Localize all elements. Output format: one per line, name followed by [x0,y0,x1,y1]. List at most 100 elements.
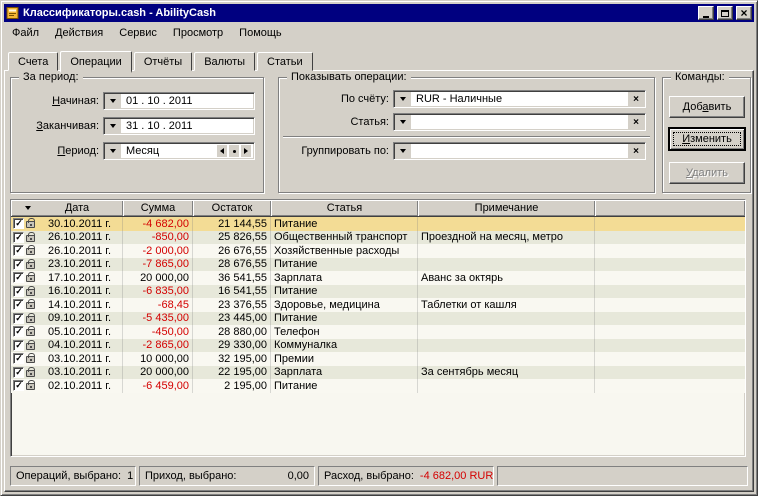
chevron-down-icon[interactable] [395,144,411,158]
table-row[interactable]: ✓ 03.10.2011 г. 10 000,00 32 195,00 Прем… [11,352,745,366]
group-by-field[interactable]: × [393,142,646,160]
row-check-cell: ✓ [11,366,45,380]
table-row[interactable]: ✓ 14.10.2011 г. -68,45 23 376,55 Здоровь… [11,298,745,312]
status-income-label: Приход, выбрано: [145,470,237,482]
table-row[interactable]: ✓ 04.10.2011 г. -2 865,00 29 330,00 Комм… [11,338,745,353]
row-sum: -4 682,00 [123,217,193,231]
row-checkbox[interactable]: ✓ [13,326,24,338]
tab-operations[interactable]: Операции [60,51,132,73]
lock-icon [26,339,35,350]
row-sum: -7 865,00 [123,257,193,271]
column-header-article[interactable]: Статья [271,200,418,216]
edit-button[interactable]: Изменить [669,128,745,150]
account-value[interactable]: RUR - Наличные [412,93,627,105]
step-forward-button[interactable] [241,145,251,157]
table-row[interactable]: ✓ 26.10.2011 г. -2 000,00 26 676,55 Хозя… [11,244,745,258]
chevron-down-icon[interactable] [105,119,121,133]
clear-icon[interactable]: × [628,115,644,129]
clear-icon[interactable]: × [628,144,644,158]
article-field[interactable]: × [393,113,646,131]
row-checkbox[interactable]: ✓ [13,258,24,270]
row-checkbox[interactable]: ✓ [13,245,24,257]
row-filler [595,339,745,353]
menu-view[interactable]: Просмотр [165,25,231,41]
row-sum: -6 835,00 [123,284,193,298]
end-date-row: Заканчивая: 31 . 10 . 2011 [17,117,255,135]
close-button[interactable]: × [736,6,752,20]
row-note: За сентябрь месяц [418,365,595,379]
tab-currencies[interactable]: Валюты [194,52,256,71]
table-row[interactable]: ✓ 26.10.2011 г. -850,00 25 826,55 Общест… [11,230,745,244]
minimize-icon [703,15,709,18]
status-expense-label: Расход, выбрано: [324,470,414,482]
row-filler [595,298,745,312]
row-checkbox[interactable]: ✓ [13,218,24,230]
clear-icon[interactable]: × [628,92,644,106]
step-back-button[interactable] [217,145,227,157]
table-row[interactable]: ✓ 23.10.2011 г. -7 865,00 28 676,55 Пита… [11,257,745,272]
maximize-button[interactable] [717,6,733,20]
add-button[interactable]: Добавить [669,96,745,118]
menu-actions[interactable]: Действия [47,25,111,41]
end-date-value[interactable]: 31 . 10 . 2011 [122,120,254,132]
row-checkbox[interactable]: ✓ [13,312,24,324]
row-checkbox[interactable]: ✓ [13,299,24,311]
row-check-cell: ✓ [11,298,45,312]
start-date-field[interactable]: 01 . 10 . 2011 [103,92,255,110]
row-checkbox[interactable]: ✓ [13,272,24,284]
table-row[interactable]: ✓ 03.10.2011 г. 20 000,00 22 195,00 Зарп… [11,365,745,380]
tab-reports[interactable]: Отчёты [133,52,193,71]
start-date-value[interactable]: 01 . 10 . 2011 [122,95,254,107]
table-row[interactable]: ✓ 16.10.2011 г. -6 835,00 16 541,55 Пита… [11,284,745,298]
row-sum: -5 435,00 [123,311,193,325]
chevron-down-icon[interactable] [395,92,411,106]
row-checkbox[interactable]: ✓ [13,231,24,243]
title-bar[interactable]: Классификаторы.cash - AbilityCash × [4,4,754,22]
row-checkbox[interactable]: ✓ [13,380,24,392]
table-row[interactable]: ✓ 09.10.2011 г. -5 435,00 23 445,00 Пита… [11,311,745,325]
chevron-down-icon[interactable] [105,94,121,108]
row-checkbox[interactable]: ✓ [13,339,24,351]
row-sum: 10 000,00 [123,352,193,366]
row-checkbox[interactable]: ✓ [13,285,24,297]
row-checkbox[interactable]: ✓ [13,353,24,365]
end-date-field[interactable]: 31 . 10 . 2011 [103,117,255,135]
check-icon: ✓ [15,245,23,256]
table-row[interactable]: ✓ 02.10.2011 г. -6 459,00 2 195,00 Питан… [11,379,745,393]
row-filler [595,258,745,272]
table-row[interactable]: ✓ 30.10.2011 г. -4 682,00 21 144,55 Пита… [11,217,745,231]
tab-articles[interactable]: Статьи [257,52,313,71]
menu-service[interactable]: Сервис [111,25,165,41]
row-check-cell: ✓ [11,244,45,258]
column-header-date[interactable]: Дата [11,200,123,216]
menu-help[interactable]: Помощь [231,25,290,41]
chevron-down-icon[interactable] [105,144,121,158]
row-date: 30.10.2011 г. [45,217,123,231]
row-balance: 28 880,00 [193,325,271,339]
row-note: Аванс за октярь [418,271,595,285]
account-row: По счёту: RUR - Наличные × [285,90,646,108]
table-row[interactable]: ✓ 05.10.2011 г. -450,00 28 880,00 Телефо… [11,325,745,339]
chevron-down-icon[interactable] [395,115,411,129]
column-header-filler [595,200,745,216]
account-field[interactable]: RUR - Наличные × [393,90,646,108]
period-field[interactable]: Месяц [103,142,255,160]
row-note [418,311,595,325]
column-header-note[interactable]: Примечание [418,200,595,216]
row-article: Премии [271,352,418,366]
status-empty-panel [497,466,748,486]
period-value[interactable]: Месяц [122,145,217,157]
minimize-button[interactable] [698,6,714,20]
row-date: 14.10.2011 г. [45,298,123,312]
row-article: Здоровье, медицина [271,298,418,312]
table-row[interactable]: ✓ 17.10.2011 г. 20 000,00 36 541,55 Зарп… [11,271,745,285]
menu-file[interactable]: Файл [4,25,47,41]
status-expense: Расход, выбрано: -4 682,00 RUR [318,466,494,486]
tab-accounts[interactable]: Счета [8,52,59,71]
column-header-balance[interactable]: Остаток [193,200,271,216]
step-current-button[interactable] [229,145,239,157]
row-checkbox[interactable]: ✓ [13,366,24,378]
row-filler [595,352,745,366]
row-sum: -68,45 [123,298,193,312]
column-header-sum[interactable]: Сумма [123,200,193,216]
